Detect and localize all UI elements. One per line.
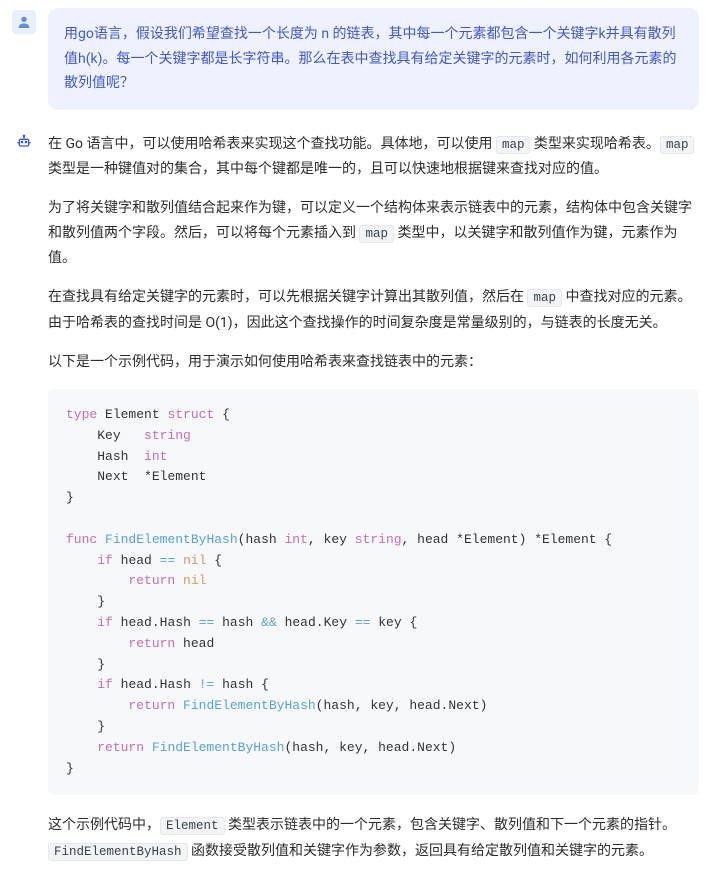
field: Next [417,740,448,755]
assistant-message: 在 Go 语言中，可以使用哈希表来实现这个查找功能。具体地，可以使用 map 类… [0,120,719,888]
ident: head [121,677,152,692]
inline-code: Element [160,817,225,835]
keyword: return [97,740,144,755]
identifier: Element [105,407,160,422]
field: Next [448,698,479,713]
field: Next [97,469,128,484]
ident: hash [292,740,323,755]
inline-code: FindElementByHash [48,843,188,861]
ident: hash [323,698,354,713]
user-message-bubble[interactable]: 用go语言，假设我们希望查找一个长度为 n 的链表，其中每一个元素都包含一个关键… [48,8,699,110]
keyword: struct [167,407,214,422]
text: 在 Go 语言中，可以使用哈希表来实现这个查找功能。具体地，可以使用 [48,136,496,152]
ident: hash [222,615,253,630]
user-avatar-icon [12,10,36,34]
keyword: type [66,407,97,422]
keyword: return [128,698,175,713]
text: 类型表示链表中的一个元素，包含关键字、散列值和下一个元素的指针。 [225,817,676,833]
text: 在查找具有给定关键字的元素时，可以先根据关键字计算出其散列值，然后在 [48,289,527,305]
user-message: 用go语言，假设我们希望查找一个长度为 n 的链表，其中每一个元素都包含一个关键… [0,0,719,120]
type: Element [152,469,207,484]
inline-code: map [527,289,562,307]
keyword: return [128,573,175,588]
keyword: if [97,553,113,568]
field: Key [97,428,120,443]
assistant-message-content: 在 Go 语言中，可以使用哈希表来实现这个查找功能。具体地，可以使用 map 类… [48,128,699,878]
op: == [199,615,215,630]
op: != [199,677,215,692]
code-block[interactable]: type Element struct { Key string Hash in… [48,389,699,795]
ident: head [285,615,316,630]
assistant-paragraph: 以下是一个示例代码，用于演示如何使用哈希表来查找链表中的元素： [48,350,699,375]
field: Key [324,615,347,630]
nil: nil [183,573,206,588]
inline-code: map [359,225,394,243]
field: Hash [97,449,128,464]
user-message-text: 用go语言，假设我们希望查找一个长度为 n 的链表，其中每一个元素都包含一个关键… [64,26,676,91]
func-name: FindElementByHash [152,740,285,755]
text: 函数接受散列值和关键字作为参数，返回具有给定散列值和关键字的元素。 [188,843,653,859]
param: hash [245,532,276,547]
assistant-paragraph: 在查找具有给定关键字的元素时，可以先根据关键字计算出其散列值，然后在 map 中… [48,285,699,335]
nil: nil [183,553,206,568]
keyword: func [66,532,97,547]
type: int [144,449,167,464]
ident: head [121,615,152,630]
op: == [355,615,371,630]
ident: head [378,740,409,755]
op: == [160,553,176,568]
ident: hash [222,677,253,692]
op: && [261,615,277,630]
text: 类型来实现哈希表。 [530,136,659,152]
param: key [324,532,347,547]
ident: key [378,615,401,630]
assistant-paragraph: 为了将关键字和散列值结合起来作为键，可以定义一个结构体来表示链表中的元素，结构体… [48,196,699,272]
text: 类型是一种键值对的集合，其中每个键都是唯一的，且可以快速地根据键来查找对应的值。 [48,161,608,177]
ident: head [121,553,152,568]
inline-code: map [660,136,695,154]
text: 这个示例代码中， [48,817,160,833]
assistant-avatar-icon [12,130,36,154]
assistant-paragraph: 在 Go 语言中，可以使用哈希表来实现这个查找功能。具体地，可以使用 map 类… [48,132,699,182]
keyword: return [128,636,175,651]
type: Element [464,532,519,547]
field: Hash [160,677,191,692]
keyword: if [97,615,113,630]
assistant-paragraph: 这个示例代码中，Element 类型表示链表中的一个元素，包含关键字、散列值和下… [48,813,699,863]
ident: head [183,636,214,651]
ident: key [339,740,362,755]
ident: key [370,698,393,713]
field: Hash [160,615,191,630]
func-name: FindElementByHash [183,698,316,713]
type: int [285,532,308,547]
keyword: if [97,677,113,692]
inline-code: map [496,136,531,154]
type: string [144,428,191,443]
type: string [355,532,402,547]
func-name: FindElementByHash [105,532,238,547]
type: Element [542,532,597,547]
ident: head [409,698,440,713]
param: head [417,532,448,547]
